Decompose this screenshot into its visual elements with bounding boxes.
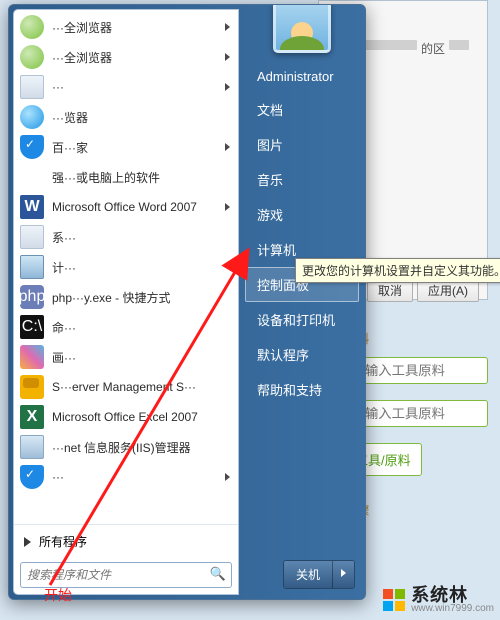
program-label: Microsoft Office Excel 2007 <box>52 410 230 424</box>
ie-icon <box>20 45 44 69</box>
shield-icon <box>20 465 44 489</box>
program-label: ···览器 <box>52 109 230 126</box>
program-item[interactable]: 系··· <box>14 222 238 252</box>
program-label: 画··· <box>52 349 230 366</box>
right-panel-item[interactable]: Administrator <box>245 61 359 92</box>
program-label: ···全浏览器 <box>52 19 217 36</box>
generic-icon <box>20 75 44 99</box>
program-label: Microsoft Office Word 2007 <box>52 200 217 214</box>
program-label: ··· <box>52 80 217 94</box>
chevron-right-icon <box>225 53 230 61</box>
program-item[interactable]: 画··· <box>14 342 238 372</box>
shield-icon <box>20 135 44 159</box>
program-item[interactable]: 强···或电脑上的软件 <box>14 162 238 192</box>
chevron-right-icon <box>225 143 230 151</box>
shutdown-button[interactable]: 关机 <box>284 561 332 588</box>
watermark: 系统林 www.win7999.com <box>383 586 494 614</box>
program-label: 命··· <box>52 319 230 336</box>
right-panel-item[interactable]: 默认程序 <box>245 337 359 372</box>
calc-icon <box>20 255 44 279</box>
cmd-icon: C:\ <box>20 315 44 339</box>
right-panel-item[interactable]: 帮助和支持 <box>245 372 359 407</box>
chevron-right-icon <box>225 473 230 481</box>
shutdown-options-button[interactable] <box>332 561 354 588</box>
start-menu: ···全浏览器···全浏览器······览器百···家强···或电脑上的软件WM… <box>8 4 366 600</box>
ssms-icon <box>20 375 44 399</box>
php-icon: php <box>20 285 44 309</box>
program-list: ···全浏览器···全浏览器······览器百···家强···或电脑上的软件WM… <box>14 10 238 524</box>
program-label: 强···或电脑上的软件 <box>52 169 230 186</box>
program-item[interactable]: X Microsoft Office Excel 2007 <box>14 402 238 432</box>
program-item[interactable]: ··· <box>14 462 238 492</box>
program-item[interactable]: ···全浏览器 <box>14 12 238 42</box>
right-panel-item[interactable]: 设备和打印机 <box>245 302 359 337</box>
chevron-right-icon <box>341 569 346 577</box>
program-item[interactable]: php php···y.exe - 快捷方式 <box>14 282 238 312</box>
program-label: ···net 信息服务(IIS)管理器 <box>52 439 230 456</box>
program-item[interactable]: W Microsoft Office Word 2007 <box>14 192 238 222</box>
chevron-right-icon <box>24 537 31 547</box>
search-icon: 🔍 <box>210 566 226 582</box>
windows-logo-icon <box>383 589 405 611</box>
program-label: S···erver Management S··· <box>52 380 230 394</box>
program-item[interactable]: C:\ 命··· <box>14 312 238 342</box>
program-item[interactable]: ···net 信息服务(IIS)管理器 <box>14 432 238 462</box>
shutdown-button-group: 关机 <box>283 560 355 589</box>
bg-text-area: 的区 <box>421 40 445 57</box>
watermark-url: www.win7999.com <box>411 604 494 614</box>
right-panel-item[interactable]: 图片 <box>245 127 359 162</box>
user-avatar[interactable] <box>273 4 331 53</box>
word-icon: W <box>20 195 44 219</box>
control-panel-tooltip: 更改您的计算机设置并自定义其功能。 <box>295 258 500 283</box>
program-item[interactable]: ···览器 <box>14 102 238 132</box>
program-item[interactable]: S···erver Management S··· <box>14 372 238 402</box>
search-box: 🔍 <box>20 562 232 588</box>
program-label: 计··· <box>52 259 230 276</box>
program-label: 系··· <box>52 229 230 246</box>
start-menu-left-panel: ···全浏览器···全浏览器······览器百···家强···或电脑上的软件WM… <box>13 9 239 595</box>
chevron-right-icon <box>225 83 230 91</box>
program-item[interactable]: ··· <box>14 72 238 102</box>
paint-icon <box>20 345 44 369</box>
ie-icon <box>20 15 44 39</box>
all-programs-label: 所有程序 <box>39 533 87 550</box>
chevron-right-icon <box>225 203 230 211</box>
program-label: ··· <box>52 470 217 484</box>
iis-icon <box>20 435 44 459</box>
program-item[interactable]: 计··· <box>14 252 238 282</box>
program-label: 百···家 <box>52 139 217 156</box>
search-input[interactable] <box>20 562 232 588</box>
all-programs-button[interactable]: 所有程序 <box>14 524 238 558</box>
360-icon <box>20 105 44 129</box>
start-menu-right-panel: Administrator文档图片音乐游戏计算机控制面板设备和打印机默认程序帮助… <box>239 5 365 599</box>
chevron-right-icon <box>225 23 230 31</box>
right-panel-links: Administrator文档图片音乐游戏计算机控制面板设备和打印机默认程序帮助… <box>239 55 365 413</box>
watermark-name: 系统林 <box>411 586 494 604</box>
program-label: php···y.exe - 快捷方式 <box>52 289 230 306</box>
program-item[interactable]: ···全浏览器 <box>14 42 238 72</box>
generic-icon <box>20 225 44 249</box>
program-item[interactable]: 百···家 <box>14 132 238 162</box>
green-icon <box>20 165 44 189</box>
right-panel-item[interactable]: 游戏 <box>245 197 359 232</box>
excel-icon: X <box>20 405 44 429</box>
right-panel-item[interactable]: 文档 <box>245 92 359 127</box>
right-panel-item[interactable]: 音乐 <box>245 162 359 197</box>
program-label: ···全浏览器 <box>52 49 217 66</box>
